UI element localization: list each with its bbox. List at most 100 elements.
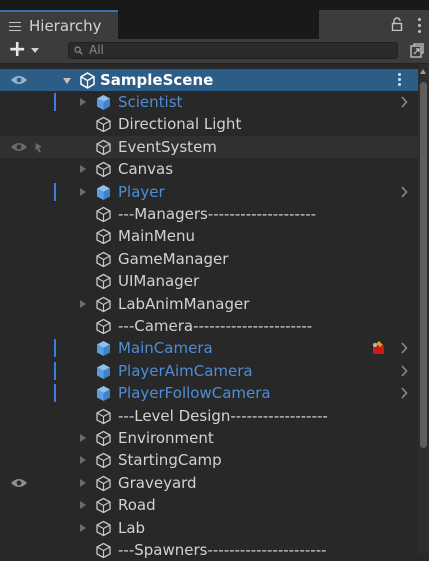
hierarchy-row[interactable]: EventSystem xyxy=(0,135,429,158)
hierarchy-row[interactable]: UIManager xyxy=(0,270,429,292)
hierarchy-item-label: MainCamera xyxy=(118,339,213,358)
hierarchy-row[interactable]: Road xyxy=(0,494,429,516)
hierarchy-row[interactable]: StartingCamp xyxy=(0,449,429,471)
unity-scene-icon xyxy=(80,72,95,89)
create-button[interactable]: + xyxy=(8,37,48,62)
panel-menu-icon[interactable] xyxy=(418,16,422,33)
gameobject-cube-icon xyxy=(96,430,111,447)
eye-icon[interactable] xyxy=(10,74,28,86)
chevron-right-icon[interactable] xyxy=(400,186,408,198)
hierarchy-item-label: Player xyxy=(118,182,165,201)
hierarchy-item-label: ---Spawners---------------------- xyxy=(118,541,327,559)
hierarchy-item-label: Road xyxy=(118,496,156,515)
scroll-up-icon[interactable] xyxy=(420,69,426,74)
chevron-right-icon[interactable] xyxy=(400,96,408,108)
prefab-cube-icon xyxy=(97,95,110,110)
prefab-cube-icon xyxy=(97,363,110,379)
hierarchy-item-label: PlayerFollowCamera xyxy=(118,384,271,403)
tab-label: Hierarchy xyxy=(29,16,102,35)
missing-script-warning-icon[interactable] xyxy=(371,341,387,356)
scrollbar-thumb[interactable] xyxy=(420,82,427,448)
hierarchy-row[interactable]: Graveyard xyxy=(0,472,429,494)
window-tabbar: Hierarchy xyxy=(0,0,429,39)
hierarchy-row[interactable]: ---Spawners---------------------- xyxy=(0,539,429,561)
gameobject-cube-icon xyxy=(96,206,111,223)
tab-actions xyxy=(319,10,429,39)
hierarchy-toolbar: + All xyxy=(0,39,429,64)
tab-hierarchy[interactable]: Hierarchy xyxy=(0,10,118,39)
gameobject-cube-icon xyxy=(96,318,111,335)
gameobject-cube-icon xyxy=(96,542,111,559)
hierarchy-row[interactable]: GameManager xyxy=(0,248,429,270)
hierarchy-item-label: Graveyard xyxy=(118,473,197,492)
search-input[interactable]: All xyxy=(68,42,398,59)
gameobject-cube-icon xyxy=(96,520,111,536)
gameobject-cube-icon xyxy=(96,117,111,133)
visibility-pickable-icon[interactable] xyxy=(10,141,48,153)
hierarchy-item-label: ---Managers-------------------- xyxy=(118,205,317,223)
hierarchy-row[interactable]: PlayerFollowCamera xyxy=(0,382,429,404)
hierarchy-item-label: Canvas xyxy=(118,160,174,179)
foldout-arrow[interactable] xyxy=(80,98,86,106)
hierarchy-row[interactable]: MainMenu xyxy=(0,225,429,247)
foldout-arrow[interactable] xyxy=(80,187,86,196)
scene-menu-icon[interactable] xyxy=(398,72,402,88)
prefab-cube-icon xyxy=(97,184,110,200)
hierarchy-row[interactable]: ---Managers-------------------- xyxy=(0,203,429,225)
hierarchy-item-label: ---Camera---------------------- xyxy=(118,317,313,335)
gameobject-cube-icon xyxy=(96,408,111,424)
foldout-arrow[interactable] xyxy=(80,523,86,532)
prefab-cube-icon xyxy=(97,386,110,402)
hierarchy-item-label: Environment xyxy=(118,429,214,447)
gameobject-cube-icon xyxy=(96,453,111,469)
vertical-scrollbar[interactable] xyxy=(418,64,429,553)
hierarchy-item-label: EventSystem xyxy=(118,137,217,156)
hierarchy-row[interactable]: Directional Light xyxy=(0,113,429,135)
hierarchy-row[interactable]: Lab xyxy=(0,517,429,539)
hierarchy-row[interactable]: MainCamera xyxy=(0,337,429,359)
hierarchy-row[interactable]: LabAnimManager xyxy=(0,293,429,315)
foldout-arrow[interactable] xyxy=(80,478,86,487)
scene-row[interactable]: SampleScene xyxy=(0,69,429,91)
hierarchy-item-label: Scientist xyxy=(118,93,183,111)
chevron-right-icon[interactable] xyxy=(400,365,408,377)
gameobject-cube-icon xyxy=(96,296,111,312)
chevron-right-icon[interactable] xyxy=(400,342,408,354)
hierarchy-row[interactable]: PlayerAimCamera xyxy=(0,360,429,382)
hierarchy-item-label: ---Level Design------------------ xyxy=(118,406,328,425)
foldout-arrow[interactable] xyxy=(80,299,86,308)
gameobject-cube-icon xyxy=(96,475,111,492)
lock-icon[interactable] xyxy=(391,17,403,31)
hierarchy-row[interactable]: ---Level Design------------------ xyxy=(0,405,429,427)
eye-icon[interactable] xyxy=(10,477,28,489)
hierarchy-item-label: StartingCamp xyxy=(118,451,222,470)
plus-icon: + xyxy=(8,37,27,62)
foldout-arrow[interactable] xyxy=(80,501,86,510)
hierarchy-row[interactable]: Player xyxy=(0,181,429,203)
override-indicator xyxy=(54,361,56,380)
override-indicator xyxy=(54,339,56,358)
override-indicator xyxy=(54,384,56,403)
hierarchy-item-label: LabAnimManager xyxy=(118,294,250,313)
foldout-arrow[interactable] xyxy=(80,434,86,442)
hierarchy-item-label: UIManager xyxy=(118,272,200,291)
hierarchy-row[interactable]: Canvas xyxy=(0,158,429,180)
hierarchy-row[interactable]: Environment xyxy=(0,427,429,449)
foldout-arrow[interactable] xyxy=(80,456,86,465)
foldout-arrow[interactable] xyxy=(63,78,71,84)
hierarchy-item-label: PlayerAimCamera xyxy=(118,361,253,380)
gameobject-cube-icon xyxy=(96,497,111,514)
foldout-arrow[interactable] xyxy=(80,165,86,174)
hierarchy-row[interactable]: ---Camera---------------------- xyxy=(0,315,429,337)
gameobject-cube-icon xyxy=(96,161,111,178)
hierarchy-tree: SampleScene Scientist Directional Light Ev… xyxy=(0,64,429,559)
scene-visibility-toggle-icon[interactable] xyxy=(410,43,424,58)
hierarchy-item-label: Directional Light xyxy=(118,115,242,134)
search-placeholder: All xyxy=(89,43,104,57)
chevron-right-icon[interactable] xyxy=(400,387,408,399)
hierarchy-row[interactable]: Scientist xyxy=(0,91,429,113)
hierarchy-list-icon xyxy=(9,21,23,31)
hierarchy-item-label: Lab xyxy=(118,518,146,537)
hierarchy-item-label: MainMenu xyxy=(118,227,195,246)
gameobject-cube-icon xyxy=(96,273,111,290)
